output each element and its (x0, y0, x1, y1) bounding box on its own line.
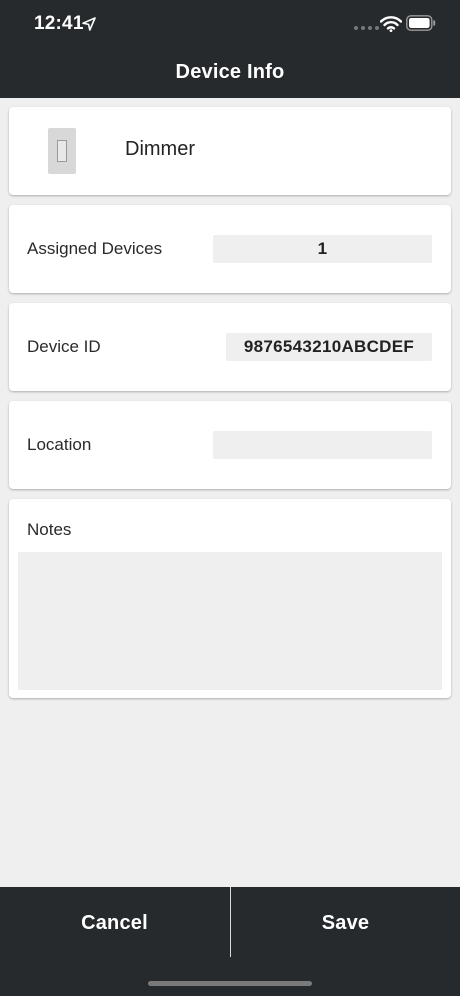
cancel-button[interactable]: Cancel (0, 887, 229, 959)
location-card: Location (9, 401, 451, 489)
device-id-card: Device ID 9876543210ABCDEF (9, 303, 451, 391)
notes-card: Notes (9, 499, 451, 698)
notes-label: Notes (27, 520, 72, 539)
page-title: Device Info (175, 61, 285, 83)
location-label: Location (27, 435, 92, 454)
status-time: 12:41 (34, 13, 84, 34)
bottom-action-bar: Cancel Save (0, 887, 460, 996)
home-indicator[interactable] (148, 981, 312, 986)
device-id-value: 9876543210ABCDEF (226, 333, 432, 361)
location-arrow-icon (82, 17, 96, 31)
wifi-icon (380, 16, 402, 32)
save-button[interactable]: Save (231, 887, 460, 959)
dimmer-switch-icon (48, 128, 76, 174)
assigned-devices-value: 1 (213, 235, 432, 263)
device-id-label: Device ID (27, 337, 101, 356)
assigned-devices-label: Assigned Devices (27, 239, 163, 258)
location-field[interactable] (213, 431, 432, 459)
notes-field[interactable] (18, 552, 442, 690)
top-bar: 12:41 Device Info (0, 0, 460, 98)
battery-icon (406, 15, 436, 31)
cellular-signal-icon (354, 26, 379, 30)
device-info-screen: 12:41 Device Info Dimmer Assigned Device… (0, 0, 460, 996)
device-card: Dimmer (9, 107, 451, 195)
assigned-devices-card: Assigned Devices 1 (9, 205, 451, 293)
device-name: Dimmer (125, 138, 195, 160)
status-bar: 12:41 (0, 0, 460, 50)
